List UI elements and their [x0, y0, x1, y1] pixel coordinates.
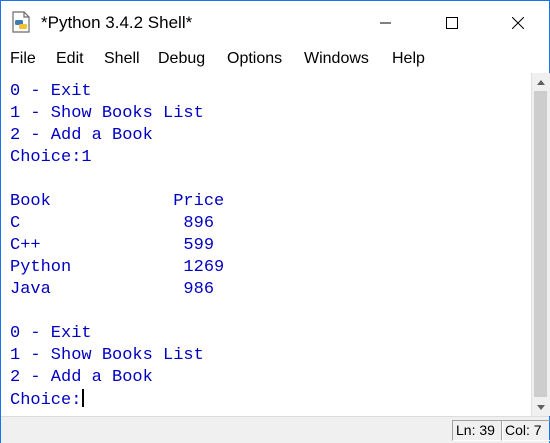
- close-button[interactable]: [495, 1, 541, 45]
- maximize-icon: [446, 17, 458, 29]
- shell-text-area[interactable]: 0 - Exit 1 - Show Books List 2 - Add a B…: [1, 73, 531, 416]
- menu-debug[interactable]: Debug: [158, 50, 205, 68]
- scroll-down-button[interactable]: [532, 398, 550, 416]
- scroll-down-arrow-icon: [537, 404, 545, 410]
- vertical-scrollbar[interactable]: [531, 73, 550, 416]
- scrollbar-thumb[interactable]: [534, 91, 547, 397]
- status-line-number: Ln: 39: [452, 420, 503, 441]
- python-idle-icon: [12, 11, 30, 33]
- maximize-button[interactable]: [429, 1, 475, 45]
- window-title: *Python 3.4.2 Shell*: [41, 13, 193, 32]
- close-icon: [512, 17, 524, 29]
- shell-line: 2 - Add a Book: [10, 126, 153, 145]
- shell-line: Java 986: [10, 280, 215, 299]
- minimize-icon: [380, 22, 391, 24]
- idle-shell-window: *Python 3.4.2 Shell* File Edit Shell Deb…: [0, 0, 550, 443]
- shell-line: Choice:1: [10, 148, 92, 167]
- shell-line: C++ 599: [10, 236, 215, 255]
- menu-help[interactable]: Help: [392, 50, 425, 68]
- shell-prompt-line: Choice:: [10, 389, 85, 411]
- scroll-up-arrow-icon: [537, 79, 545, 85]
- status-bar: Ln: 39 Col: 7: [1, 416, 550, 443]
- shell-line: Book Price: [10, 192, 225, 211]
- title-bar[interactable]: *Python 3.4.2 Shell*: [1, 1, 549, 45]
- shell-line: 1 - Show Books List: [10, 104, 204, 123]
- text-caret: [82, 389, 85, 407]
- menu-windows[interactable]: Windows: [304, 50, 369, 68]
- menu-shell[interactable]: Shell: [104, 50, 140, 68]
- shell-line: 2 - Add a Book: [10, 368, 153, 387]
- status-column-number: Col: 7: [501, 420, 550, 441]
- menu-bar: File Edit Shell Debug Options Windows He…: [1, 45, 549, 73]
- shell-line: 0 - Exit: [10, 82, 92, 101]
- menu-edit[interactable]: Edit: [56, 50, 84, 68]
- scroll-up-button[interactable]: [532, 73, 550, 91]
- shell-line: 1 - Show Books List: [10, 346, 204, 365]
- minimize-button[interactable]: [363, 1, 409, 45]
- shell-line: Python 1269: [10, 258, 225, 277]
- menu-file[interactable]: File: [10, 50, 36, 68]
- shell-line: 0 - Exit: [10, 324, 92, 343]
- menu-options[interactable]: Options: [227, 50, 282, 68]
- shell-prompt: Choice:: [10, 391, 82, 410]
- shell-line: C 896: [10, 214, 215, 233]
